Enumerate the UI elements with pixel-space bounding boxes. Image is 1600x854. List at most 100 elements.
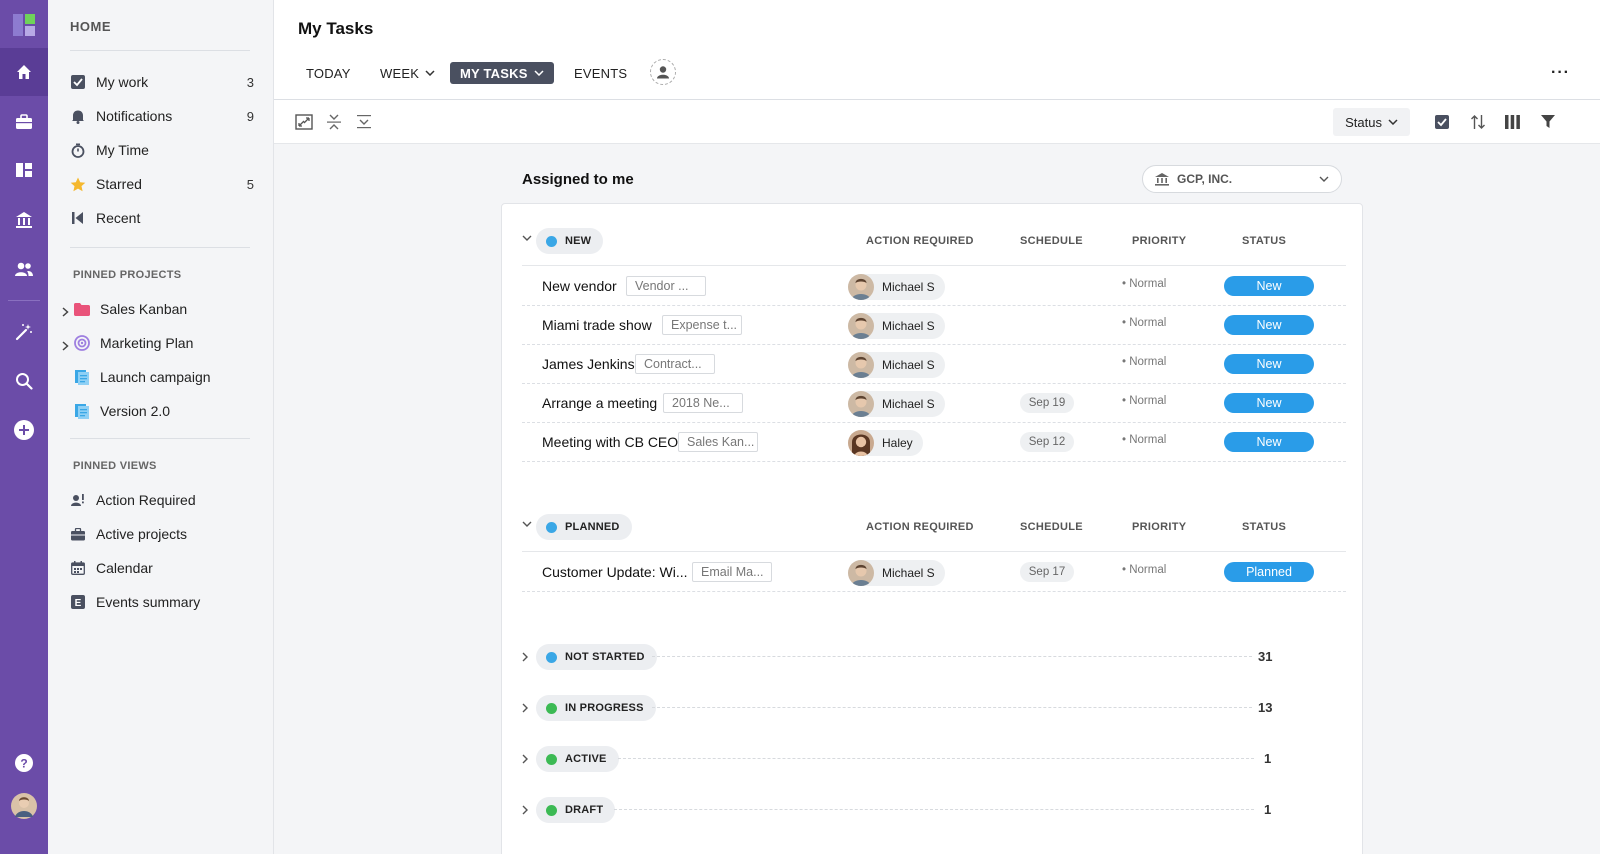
sidebar-item-launch-campaign[interactable]: Launch campaign (74, 363, 258, 391)
task-name[interactable]: Meeting with CB CEO (542, 434, 678, 450)
company-selector[interactable]: GCP, INC. (1142, 165, 1342, 193)
expand-all-icon[interactable] (354, 112, 374, 132)
chevron-right-icon[interactable] (62, 338, 69, 354)
add-icon[interactable] (0, 406, 48, 454)
sidebar-item-marketing-plan[interactable]: Marketing Plan (62, 329, 258, 357)
chevron-down-icon[interactable] (522, 521, 532, 527)
chevron-right-icon[interactable] (62, 304, 69, 320)
sidebar-item-my-work[interactable]: My work 3 (70, 68, 254, 96)
magic-wand-icon[interactable] (0, 308, 48, 356)
checkbox-toggle-icon[interactable] (1432, 112, 1452, 132)
tab-week[interactable]: WEEK (380, 62, 435, 84)
tab-today[interactable]: TODAY (306, 62, 351, 84)
sort-icon[interactable] (1468, 112, 1488, 132)
status-badge[interactable]: Planned (1224, 562, 1314, 582)
task-name[interactable]: James Jenkins (542, 356, 635, 372)
status-group-pill[interactable]: ACTIVE (536, 746, 619, 772)
schedule-date[interactable]: Sep 19 (1020, 393, 1074, 413)
assignee-chip[interactable]: Michael S (848, 560, 945, 586)
task-name[interactable]: Customer Update: Wi... (542, 564, 688, 580)
priority-value[interactable]: • Normal (1122, 278, 1166, 290)
status-badge[interactable]: New (1224, 354, 1314, 374)
task-name[interactable]: Arrange a meeting (542, 395, 657, 411)
column-header-schedule[interactable]: SCHEDULE (1020, 235, 1083, 247)
status-badge[interactable]: New (1224, 393, 1314, 413)
tab-my-tasks[interactable]: MY TASKS (450, 62, 554, 84)
assignee-chip[interactable]: Michael S (848, 391, 945, 417)
table-row[interactable]: James Jenkins Contract... Michael S • No… (522, 344, 1346, 384)
table-row[interactable]: Meeting with CB CEO Sales Kan... Haley S… (522, 422, 1346, 462)
user-avatar[interactable] (0, 782, 48, 830)
schedule-date[interactable]: Sep 17 (1020, 562, 1074, 582)
search-icon[interactable] (0, 357, 48, 405)
more-options-button[interactable]: ··· (1551, 64, 1570, 82)
tab-events[interactable]: EVENTS (574, 62, 627, 84)
column-header-status[interactable]: STATUS (1242, 235, 1286, 247)
home-icon[interactable] (0, 48, 48, 96)
sidebar-item-version-2[interactable]: Version 2.0 (74, 397, 258, 425)
project-tag[interactable]: Email Ma... (692, 562, 772, 582)
collapse-all-icon[interactable] (324, 112, 344, 132)
app-logo[interactable] (13, 14, 35, 36)
chevron-down-icon[interactable] (522, 235, 532, 241)
project-tag[interactable]: Sales Kan... (678, 432, 758, 452)
column-header-status[interactable]: STATUS (1242, 521, 1286, 533)
status-badge[interactable]: New (1224, 432, 1314, 452)
column-header-priority[interactable]: PRIORITY (1132, 521, 1186, 533)
status-group-pill[interactable]: NOT STARTED (536, 644, 657, 670)
column-header-schedule[interactable]: SCHEDULE (1020, 521, 1083, 533)
dashboard-icon[interactable] (0, 146, 48, 194)
group-header-in-progress[interactable]: IN PROGRESS 13 (522, 695, 1346, 721)
assignee-chip[interactable]: Haley (848, 430, 923, 456)
status-group-pill[interactable]: DRAFT (536, 797, 616, 823)
table-row[interactable]: Customer Update: Wi... Email Ma... Micha… (522, 552, 1346, 592)
filter-icon[interactable] (1538, 112, 1558, 132)
table-row[interactable]: Arrange a meeting 2018 Ne... Michael S S… (522, 383, 1346, 423)
sidebar-item-action-required[interactable]: Action Required (70, 486, 254, 514)
status-group-pill[interactable]: PLANNED (536, 514, 632, 540)
assignee-chip[interactable]: Michael S (848, 274, 945, 300)
user-filter-button[interactable] (650, 59, 676, 85)
table-row[interactable]: Miami trade show Expense t... Michael S … (522, 305, 1346, 345)
group-header-draft[interactable]: DRAFT 1 (522, 797, 1346, 823)
group-header-active[interactable]: ACTIVE 1 (522, 746, 1346, 772)
project-tag[interactable]: Vendor ... (626, 276, 706, 296)
status-group-pill[interactable]: IN PROGRESS (536, 695, 656, 721)
expand-icon[interactable] (294, 112, 314, 132)
sidebar-item-starred[interactable]: Starred 5 (70, 170, 254, 198)
group-header-not-started[interactable]: NOT STARTED 31 (522, 644, 1346, 670)
sidebar-item-sales-kanban[interactable]: Sales Kanban (62, 295, 258, 323)
column-header-action-required[interactable]: ACTION REQUIRED (866, 521, 974, 533)
sidebar-item-events-summary[interactable]: E Events summary (70, 588, 254, 616)
priority-value[interactable]: • Normal (1122, 434, 1166, 446)
chevron-right-icon[interactable] (522, 652, 528, 662)
project-tag[interactable]: Contract... (635, 354, 715, 374)
priority-value[interactable]: • Normal (1122, 317, 1166, 329)
project-tag[interactable]: Expense t... (662, 315, 742, 335)
priority-value[interactable]: • Normal (1122, 564, 1166, 576)
table-row[interactable]: New vendor Vendor ... Michael S • Normal… (522, 266, 1346, 306)
sidebar-item-notifications[interactable]: Notifications 9 (70, 102, 254, 130)
group-by-dropdown[interactable]: Status (1333, 108, 1410, 136)
sidebar-item-recent[interactable]: Recent (70, 204, 254, 232)
help-icon[interactable]: ? (0, 739, 48, 787)
sidebar-item-active-projects[interactable]: Active projects (70, 520, 254, 548)
users-icon[interactable] (0, 245, 48, 293)
briefcase-icon[interactable] (0, 98, 48, 146)
sidebar-item-my-time[interactable]: My Time (70, 136, 254, 164)
sidebar-item-calendar[interactable]: Calendar (70, 554, 254, 582)
chevron-right-icon[interactable] (522, 703, 528, 713)
priority-value[interactable]: • Normal (1122, 356, 1166, 368)
column-header-priority[interactable]: PRIORITY (1132, 235, 1186, 247)
column-header-action-required[interactable]: ACTION REQUIRED (866, 235, 974, 247)
task-name[interactable]: Miami trade show (542, 317, 652, 333)
sidebar-home-label[interactable]: HOME (70, 19, 111, 34)
assignee-chip[interactable]: Michael S (848, 313, 945, 339)
chevron-right-icon[interactable] (522, 805, 528, 815)
task-name[interactable]: New vendor (542, 278, 617, 294)
status-group-pill[interactable]: NEW (536, 228, 604, 254)
assignee-chip[interactable]: Michael S (848, 352, 945, 378)
chevron-right-icon[interactable] (522, 754, 528, 764)
status-badge[interactable]: New (1224, 276, 1314, 296)
schedule-date[interactable]: Sep 12 (1020, 432, 1074, 452)
